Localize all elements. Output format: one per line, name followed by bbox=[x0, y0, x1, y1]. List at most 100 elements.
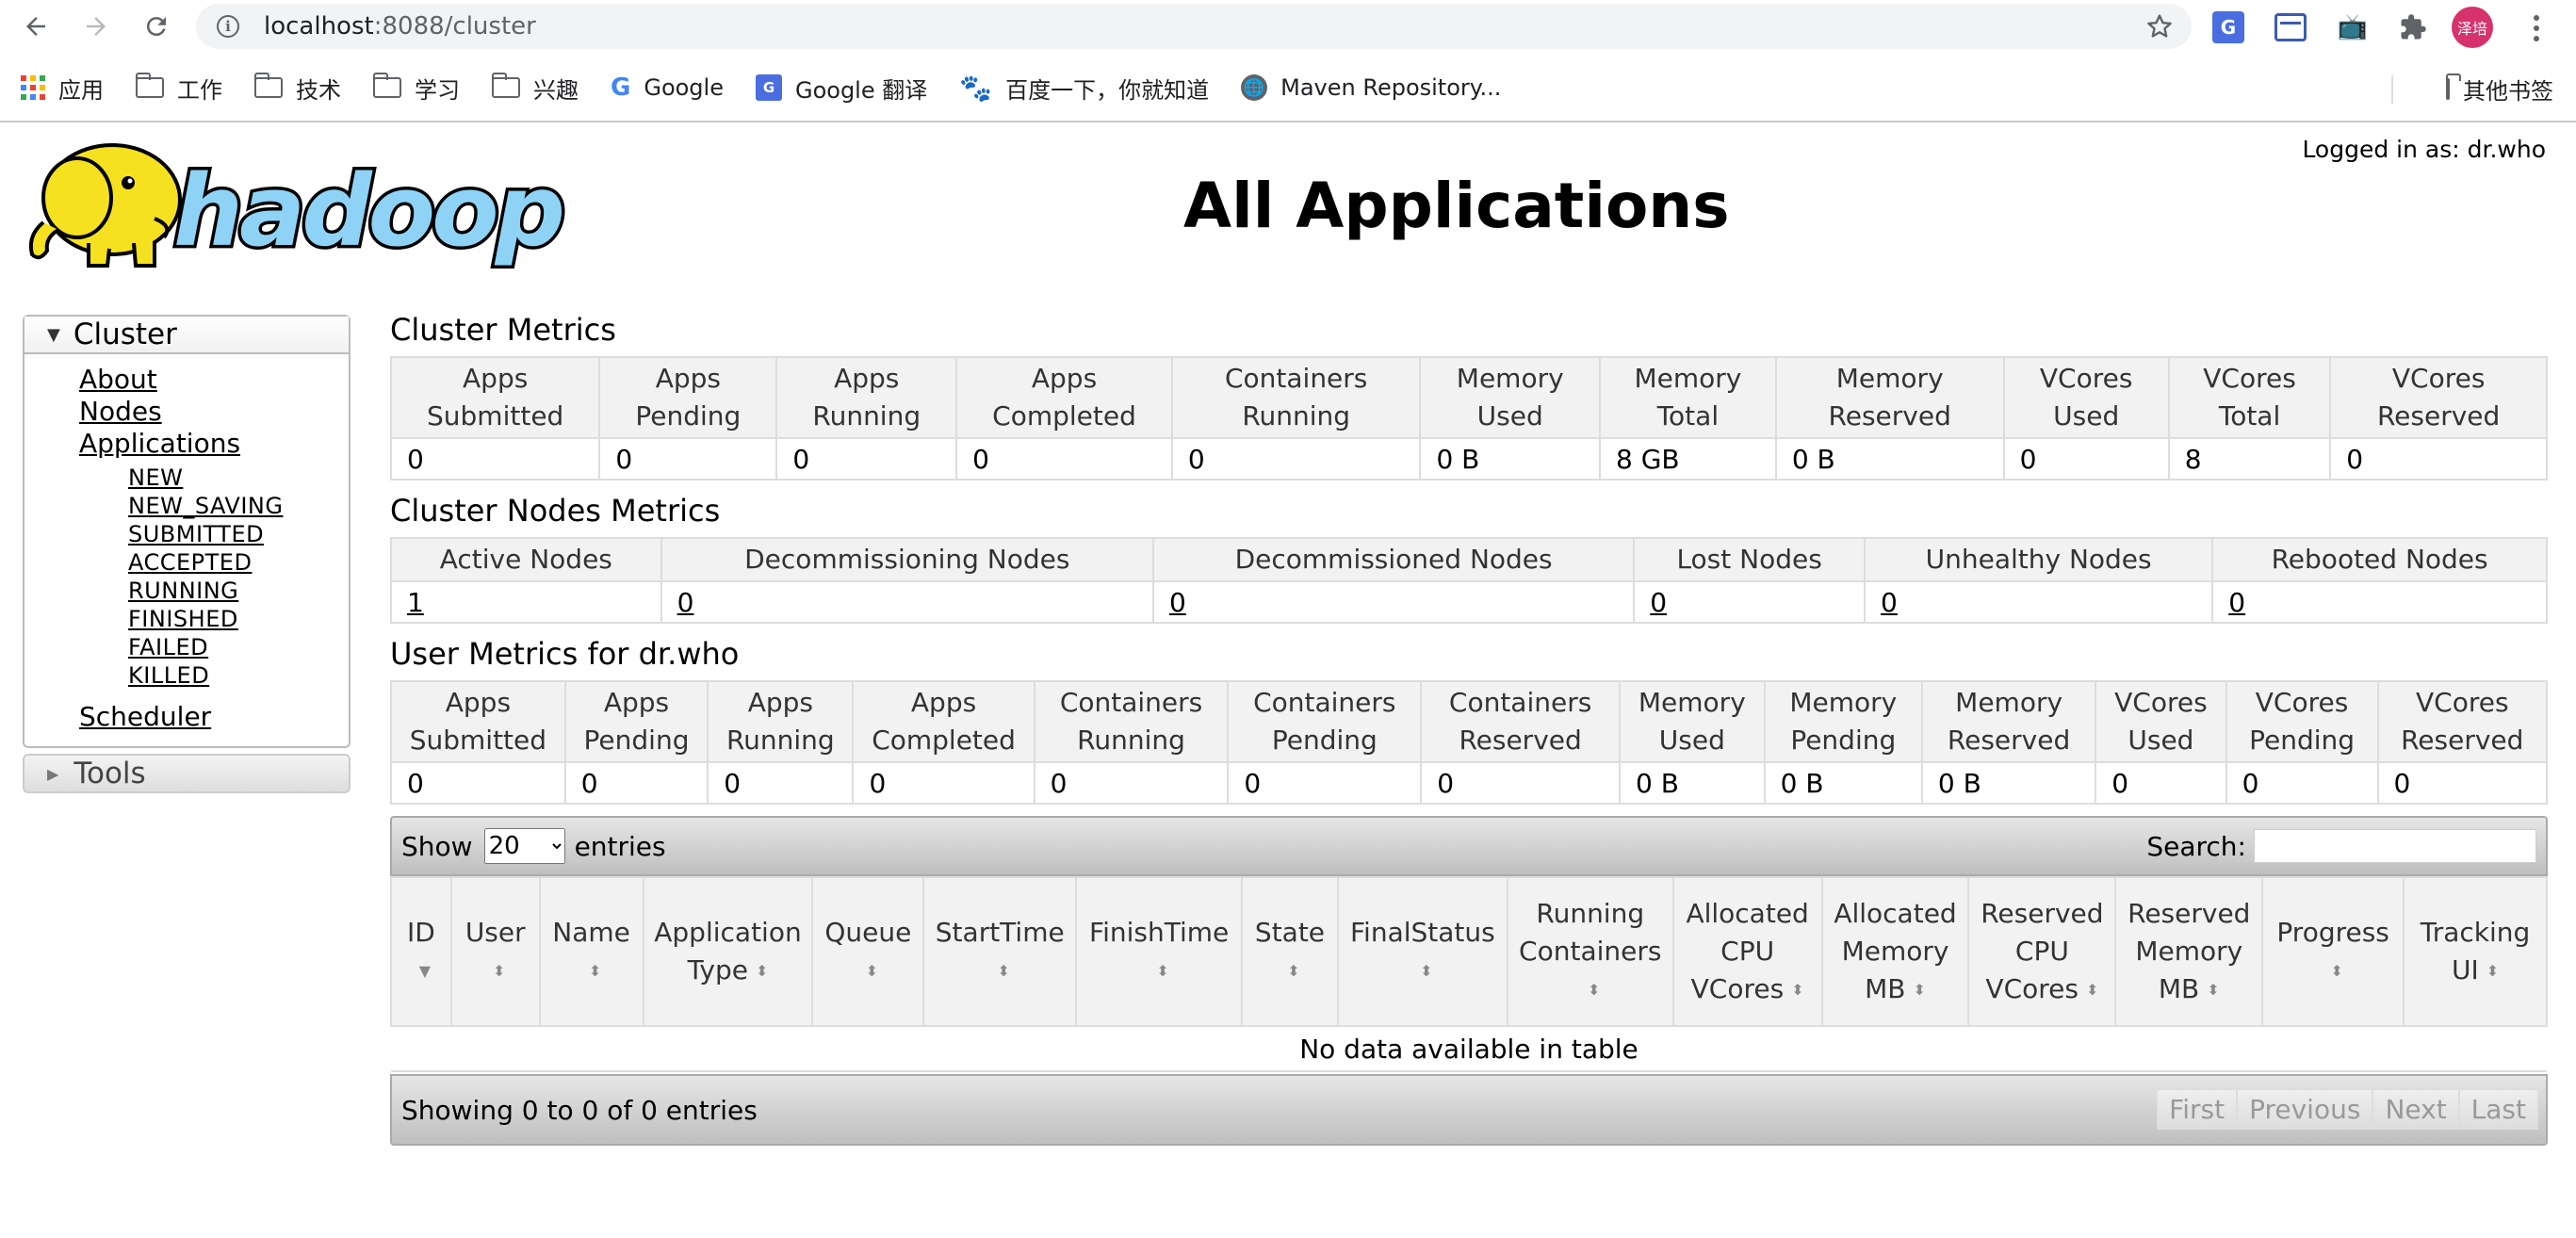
column-header-starttime[interactable]: StartTime ⬍ bbox=[922, 876, 1078, 1027]
cluster-section: ▼ Cluster About Nodes Applications NEW N… bbox=[23, 315, 351, 748]
lost-nodes-link[interactable]: 0 bbox=[1650, 587, 1667, 618]
column-header-allocated-memory-mb[interactable]: Allocated Memory MB ⬍ bbox=[1820, 876, 1970, 1027]
page-size-select[interactable]: 20 bbox=[483, 828, 565, 864]
bookmark-label: 百度一下，你就知道 bbox=[1005, 76, 1210, 104]
bookmark-study[interactable]: 学习 bbox=[372, 72, 460, 105]
bookmark-label: 学习 bbox=[415, 76, 460, 104]
column-header-state[interactable]: State ⬍ bbox=[1241, 876, 1339, 1027]
nav-link-state-failed[interactable]: FAILED bbox=[128, 633, 349, 661]
metric-value: 0 bbox=[2095, 761, 2227, 805]
bookmark-label: 兴趣 bbox=[533, 76, 579, 104]
menu-dots-icon[interactable] bbox=[2527, 9, 2546, 47]
main-content: Cluster Metrics Apps Submitted Apps Pend… bbox=[389, 311, 2549, 1146]
metric-header: VCores Pending bbox=[2225, 680, 2379, 763]
nav-link-state-new[interactable]: NEW bbox=[128, 464, 349, 492]
bookmark-work[interactable]: 工作 bbox=[135, 72, 222, 105]
nav-link-state-new-saving[interactable]: NEW_SAVING bbox=[128, 492, 349, 520]
nav-link-nodes[interactable]: Nodes bbox=[79, 396, 349, 428]
sort-icon: ⬍ bbox=[588, 962, 602, 980]
column-header-id[interactable]: ID ▼ bbox=[390, 876, 452, 1027]
reader-extension-icon[interactable] bbox=[2274, 13, 2307, 41]
nav-link-state-killed[interactable]: KILLED bbox=[128, 661, 349, 690]
column-header-finalstatus[interactable]: FinalStatus ⬍ bbox=[1336, 876, 1508, 1027]
metric-header: Decommissioned Nodes bbox=[1151, 537, 1636, 582]
column-header-running-containers[interactable]: Running Containers⬍ bbox=[1506, 876, 1674, 1027]
tv-extension-icon[interactable]: 📺 bbox=[2335, 9, 2371, 45]
address-bar[interactable]: i localhost:8088/cluster bbox=[196, 4, 2192, 49]
column-header-progress[interactable]: Progress ⬍ bbox=[2261, 876, 2405, 1027]
bookmark-google[interactable]: G Google bbox=[611, 73, 724, 102]
metric-value: 0 B bbox=[1920, 761, 2097, 805]
column-header-reserved-cpu-vcores[interactable]: Reserved CPU VCores ⬍ bbox=[1967, 876, 2117, 1027]
bookmark-baidu[interactable]: 🐾 百度一下，你就知道 bbox=[959, 72, 1209, 105]
bookmark-label: 技术 bbox=[296, 76, 341, 104]
metric-header: VCores Total bbox=[2167, 356, 2332, 439]
column-header-name[interactable]: Name ⬍ bbox=[538, 876, 644, 1027]
column-header-finishtime[interactable]: FinishTime ⬍ bbox=[1075, 876, 1244, 1027]
bookmarks-divider bbox=[2391, 75, 2393, 104]
metric-header: Containers Running bbox=[1033, 680, 1230, 763]
nav-link-state-running[interactable]: RUNNING bbox=[128, 577, 349, 605]
back-icon[interactable] bbox=[17, 8, 55, 45]
metric-header: Containers Running bbox=[1170, 356, 1422, 439]
previous-page-button[interactable]: Previous bbox=[2237, 1089, 2373, 1130]
column-header-application-type[interactable]: Application Type ⬍ bbox=[642, 876, 814, 1027]
bookmark-tech[interactable]: 技术 bbox=[253, 72, 341, 105]
other-bookmarks[interactable]: 其他书签 bbox=[2446, 55, 2553, 122]
nav-link-applications[interactable]: Applications bbox=[79, 428, 349, 460]
first-page-button[interactable]: First bbox=[2157, 1089, 2238, 1130]
column-header-queue[interactable]: Queue ⬍ bbox=[811, 876, 925, 1027]
bookmark-google-translate[interactable]: G Google 翻译 bbox=[755, 72, 927, 105]
forward-icon[interactable] bbox=[77, 8, 115, 45]
apps-table-toolbar: Show 20 entries Search: bbox=[390, 816, 2548, 876]
metric-header: Active Nodes bbox=[390, 537, 662, 582]
nav-link-state-submitted[interactable]: SUBMITTED bbox=[128, 520, 349, 548]
translate-extension-icon[interactable]: G bbox=[2212, 11, 2244, 43]
extensions-puzzle-icon[interactable] bbox=[2395, 9, 2431, 45]
metric-header: Memory Reserved bbox=[1920, 680, 2097, 763]
metric-header: VCores Reserved bbox=[2376, 680, 2549, 763]
metric-header: Memory Reserved bbox=[1774, 356, 2005, 439]
rebooted-nodes-link[interactable]: 0 bbox=[2228, 587, 2245, 618]
next-page-button[interactable]: Next bbox=[2372, 1089, 2459, 1130]
reload-icon[interactable] bbox=[138, 8, 175, 45]
cluster-header[interactable]: ▼ Cluster bbox=[24, 317, 349, 354]
unhealthy-nodes-link[interactable]: 0 bbox=[1881, 587, 1898, 618]
metric-value: 0 bbox=[852, 761, 1035, 805]
tools-section-header[interactable]: ▶ Tools bbox=[23, 754, 351, 793]
nav-link-state-finished[interactable]: FINISHED bbox=[128, 605, 349, 633]
hadoop-logo[interactable]: hadoop bbox=[23, 132, 588, 273]
column-header-tracking-ui[interactable]: Tracking UI ⬍ bbox=[2403, 876, 2548, 1027]
info-icon[interactable]: i bbox=[217, 15, 239, 38]
nav-link-scheduler[interactable]: Scheduler bbox=[79, 701, 349, 733]
sort-icon: ⬍ bbox=[997, 962, 1010, 980]
decommissioning-nodes-link[interactable]: 0 bbox=[677, 587, 694, 618]
last-page-button[interactable]: Last bbox=[2458, 1089, 2538, 1130]
decommissioned-nodes-link[interactable]: 0 bbox=[1169, 587, 1186, 618]
column-header-reserved-memory-mb[interactable]: Reserved Memory MB ⬍ bbox=[2114, 876, 2264, 1027]
search-box: Search: bbox=[2146, 829, 2536, 863]
entries-label: entries bbox=[574, 830, 666, 862]
bookmark-apps[interactable]: 应用 bbox=[21, 72, 104, 105]
nav-link-state-accepted[interactable]: ACCEPTED bbox=[128, 548, 349, 577]
column-header-user[interactable]: User ⬍ bbox=[449, 876, 541, 1027]
bookmarks-bar: 应用 工作 技术 学习 兴趣 G Google G Google 翻译 🐾 百度… bbox=[0, 55, 2576, 122]
metric-header: Memory Used bbox=[1419, 356, 1601, 439]
cluster-label: Cluster bbox=[73, 318, 177, 351]
metric-header: Memory Pending bbox=[1763, 680, 1923, 763]
metric-header: Decommissioning Nodes bbox=[660, 537, 1154, 582]
sort-icon: ⬍ bbox=[1913, 981, 1926, 999]
profile-avatar[interactable]: 泽培 bbox=[2452, 7, 2493, 48]
active-nodes-link[interactable]: 1 bbox=[407, 587, 424, 618]
nav-link-about[interactable]: About bbox=[79, 364, 349, 396]
bookmark-maven[interactable]: 🌐 Maven Repository... bbox=[1241, 74, 1501, 101]
folder-icon bbox=[2446, 77, 2450, 100]
bookmark-interest[interactable]: 兴趣 bbox=[491, 72, 579, 105]
sort-icon: ⬍ bbox=[865, 962, 879, 980]
star-icon[interactable] bbox=[2144, 11, 2175, 41]
column-header-allocated-cpu-vcores[interactable]: Allocated CPU VCores ⬍ bbox=[1671, 876, 1823, 1027]
bookmark-label: 应用 bbox=[58, 76, 104, 104]
page-title: All Applications bbox=[1183, 170, 1730, 242]
metric-value: 0 bbox=[955, 437, 1173, 481]
search-input[interactable] bbox=[2254, 829, 2536, 863]
